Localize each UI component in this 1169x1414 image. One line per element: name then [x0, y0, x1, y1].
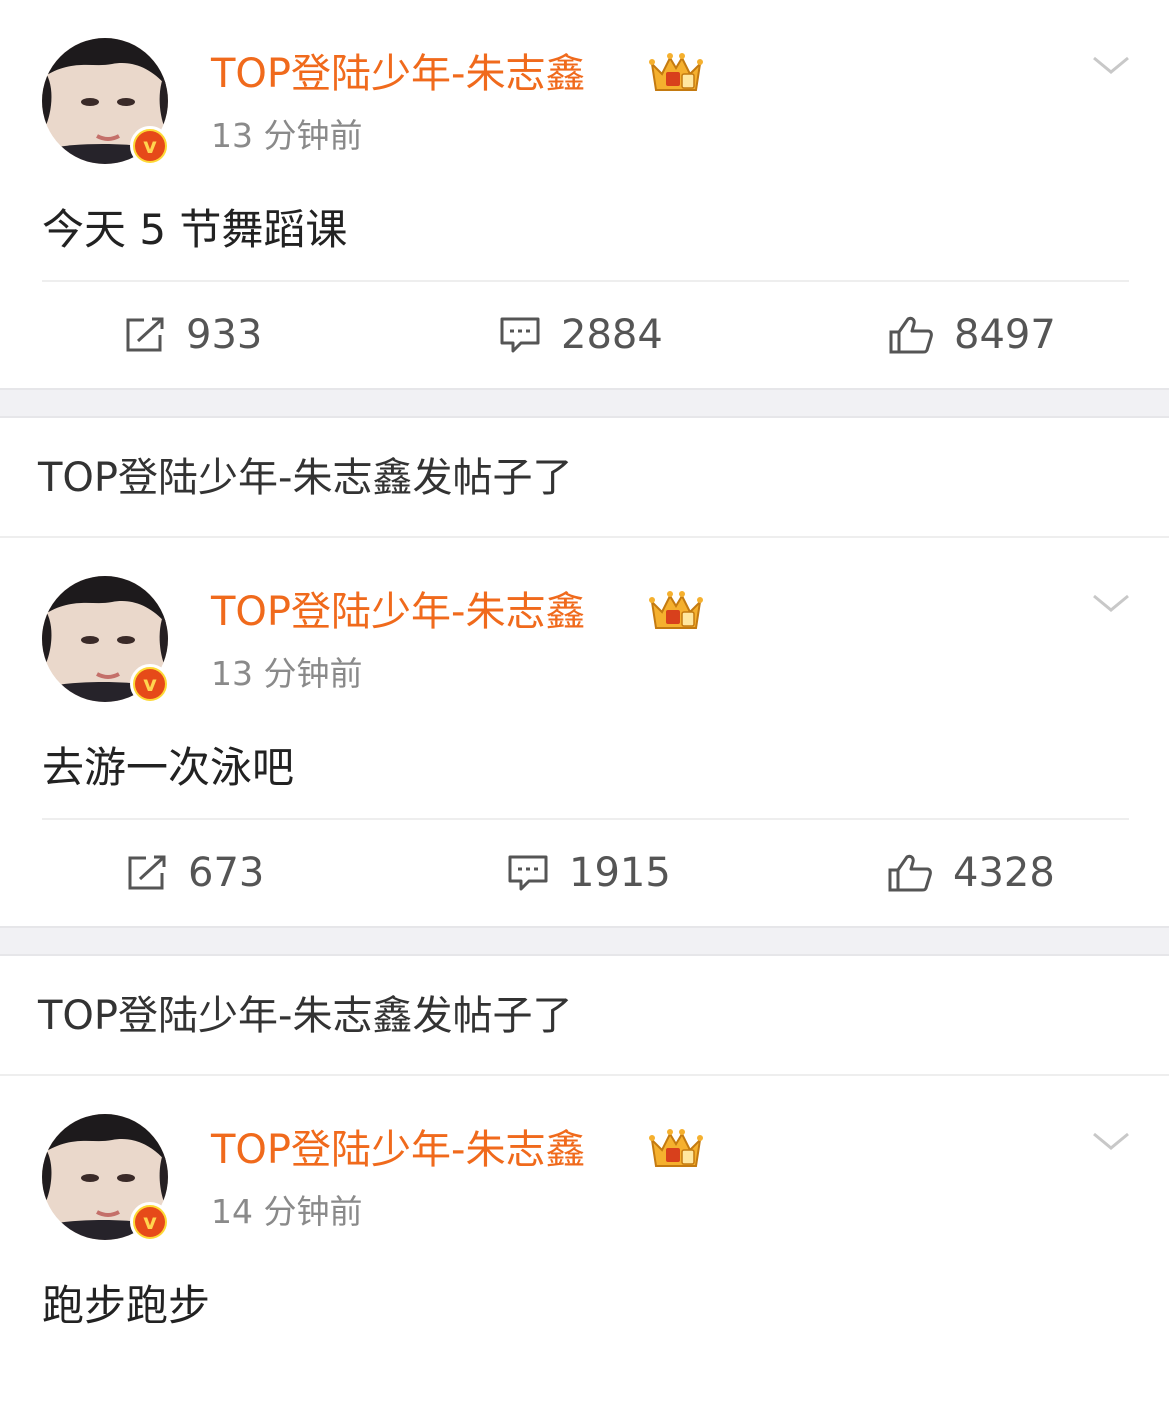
repost-icon: [128, 855, 166, 890]
comment-icon: [500, 317, 540, 353]
post-card[interactable]: v TOP登陆少年-朱志鑫 14 分钟前 跑步跑步: [0, 1076, 1169, 1356]
feed-separator: [0, 926, 1169, 956]
avatar[interactable]: v: [42, 1114, 170, 1242]
post-time: 13 分钟前: [211, 116, 363, 155]
repost-count: 673: [188, 850, 265, 896]
like-count: 4328: [953, 850, 1055, 896]
post-text: 跑步跑步: [42, 1281, 211, 1330]
post-time: 14 分钟前: [211, 1192, 363, 1231]
username[interactable]: TOP登陆少年-朱志鑫: [211, 1124, 585, 1176]
crown-icon: [649, 53, 703, 91]
repost-count: 933: [186, 312, 263, 358]
verified-badge: v: [130, 126, 170, 166]
post-header: v TOP登陆少年-朱志鑫 13 分钟前: [0, 538, 1169, 718]
chevron-down-icon[interactable]: [1090, 1126, 1132, 1156]
comment-button[interactable]: 1915: [507, 820, 671, 926]
post-time: 13 分钟前: [211, 654, 363, 693]
verified-badge: v: [130, 1202, 170, 1242]
thumbs-up-icon: [888, 854, 932, 892]
crown-icon: [649, 591, 703, 629]
post-notice: TOP登陆少年-朱志鑫发帖子了: [0, 418, 1169, 538]
repost-icon: [126, 317, 164, 352]
username[interactable]: TOP登陆少年-朱志鑫: [211, 586, 585, 638]
comment-icon: [508, 855, 548, 891]
post-header: v TOP登陆少年-朱志鑫 13 分钟前: [0, 0, 1169, 180]
action-bar: 933 2884 8497: [0, 282, 1169, 388]
comment-count: 1915: [569, 850, 671, 896]
avatar[interactable]: v: [42, 576, 170, 704]
thumbs-up-icon: [889, 316, 933, 354]
like-button[interactable]: 8497: [888, 282, 1056, 388]
feed-separator: [0, 388, 1169, 418]
chevron-down-icon[interactable]: [1090, 588, 1132, 618]
post-card[interactable]: v TOP登陆少年-朱志鑫 13 分钟前 今天 5 节舞蹈课 933 2884 …: [0, 0, 1169, 388]
repost-button[interactable]: 673: [126, 820, 264, 926]
comment-button[interactable]: 2884: [499, 282, 663, 388]
post-text: 今天 5 节舞蹈课: [42, 205, 348, 254]
chevron-down-icon[interactable]: [1090, 50, 1132, 80]
crown-icon: [649, 1129, 703, 1167]
like-button[interactable]: 4328: [887, 820, 1055, 926]
verified-badge: v: [130, 664, 170, 704]
post-text: 去游一次泳吧: [42, 743, 295, 792]
post-header: v TOP登陆少年-朱志鑫 14 分钟前: [0, 1076, 1169, 1256]
username[interactable]: TOP登陆少年-朱志鑫: [211, 48, 585, 100]
post-notice: TOP登陆少年-朱志鑫发帖子了: [0, 956, 1169, 1076]
like-count: 8497: [954, 312, 1056, 358]
repost-button[interactable]: 933: [124, 282, 262, 388]
post-card[interactable]: v TOP登陆少年-朱志鑫 13 分钟前 去游一次泳吧 673 1915 432…: [0, 538, 1169, 926]
comment-count: 2884: [561, 312, 663, 358]
action-bar: 673 1915 4328: [0, 820, 1169, 926]
avatar[interactable]: v: [42, 38, 170, 166]
